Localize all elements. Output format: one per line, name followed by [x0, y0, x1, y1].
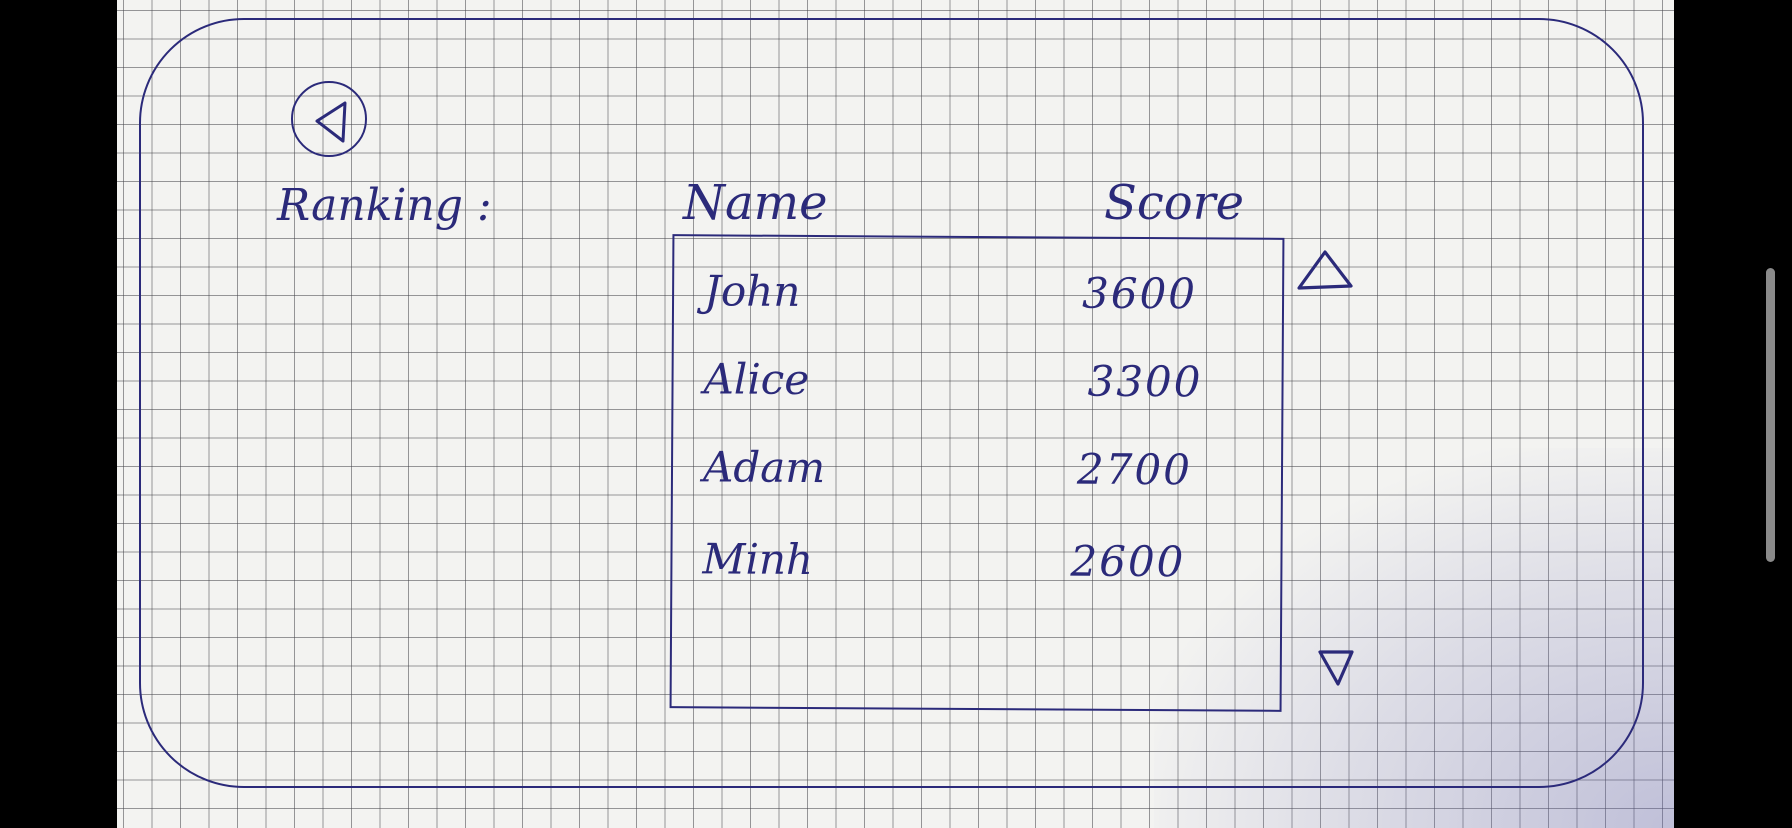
score-column-header: Score [1104, 175, 1245, 231]
player-score: 2700 [1076, 444, 1193, 495]
player-name: John [703, 266, 801, 316]
player-name: Alice [703, 354, 810, 404]
down-triangle-icon [1318, 650, 1354, 686]
ranking-title: Ranking : [277, 180, 492, 231]
table-row[interactable]: John 3600 [674, 266, 1282, 330]
table-row[interactable]: Alice 3300 [673, 354, 1281, 418]
photo-viewport: Ranking : Name Score John 3600 Alice 330… [0, 0, 1792, 828]
left-triangle-icon [315, 101, 347, 143]
back-button[interactable] [291, 81, 367, 157]
scroll-up-button[interactable] [1295, 248, 1355, 296]
player-score: 3300 [1087, 356, 1203, 407]
player-score: 2600 [1070, 536, 1186, 587]
up-triangle-icon [1297, 250, 1353, 290]
player-score: 3600 [1081, 268, 1198, 319]
graph-paper-sketch: Ranking : Name Score John 3600 Alice 330… [117, 0, 1674, 828]
player-name: Adam [702, 442, 826, 493]
table-row[interactable]: Minh 2600 [672, 534, 1280, 598]
table-row[interactable]: Adam 2700 [673, 442, 1281, 506]
name-column-header: Name [683, 175, 828, 231]
player-name: Minh [702, 534, 814, 584]
scroll-down-button[interactable] [1316, 646, 1356, 694]
ranking-table: John 3600 Alice 3300 Adam 2700 Minh 2600 [669, 234, 1285, 712]
system-scrollbar[interactable] [1766, 268, 1775, 562]
device-frame: Ranking : Name Score John 3600 Alice 330… [139, 18, 1644, 788]
